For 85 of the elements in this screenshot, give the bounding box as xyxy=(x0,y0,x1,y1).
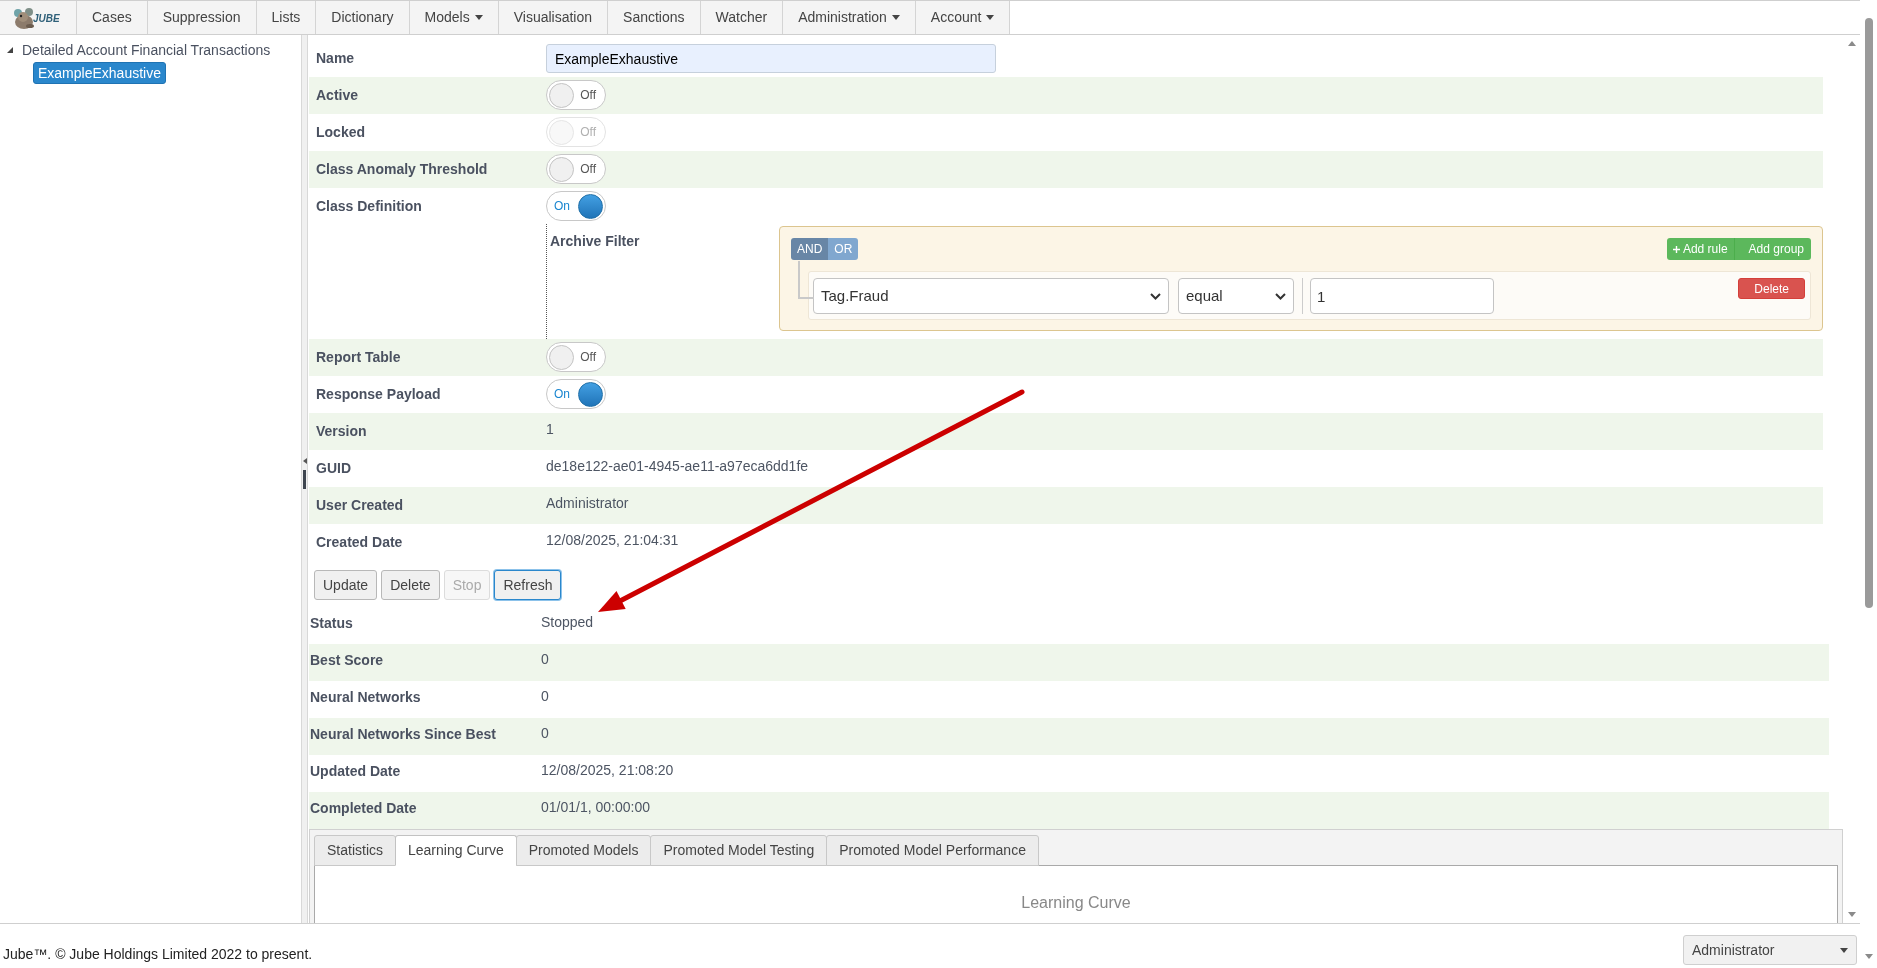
field-value: 12/08/2025, 21:04:31 xyxy=(546,532,679,548)
caret-icon xyxy=(474,15,483,20)
panel-title: Learning Curve xyxy=(1021,893,1131,912)
nav-item[interactable]: Account xyxy=(915,1,1011,34)
field-label: Created Date xyxy=(316,534,403,550)
plus-icon xyxy=(1672,245,1680,253)
toggle-knob-icon xyxy=(578,193,603,219)
field-label: Updated Date xyxy=(310,763,401,779)
field-label: Neural Networks Since Best xyxy=(310,726,496,742)
nav-item[interactable]: Dictionary xyxy=(316,1,410,34)
caret-icon xyxy=(1840,947,1848,953)
copyright-text: Jube™. © Jube Holdings Limited 2022 to present. xyxy=(3,946,313,963)
scroll-up-icon[interactable] xyxy=(1847,41,1856,46)
toggle-switch[interactable]: Off xyxy=(546,342,606,372)
tree-item[interactable]: ExampleExhaustive xyxy=(33,62,166,84)
toggle-knob-icon xyxy=(549,156,574,182)
tab[interactable]: Promoted Models xyxy=(515,835,652,866)
field-value: 12/08/2025, 21:08:20 xyxy=(541,762,674,778)
tab[interactable]: Statistics xyxy=(314,835,396,866)
field-label: Report Table xyxy=(316,349,401,365)
field-value: 1 xyxy=(546,421,554,437)
user-select[interactable]: Administrator xyxy=(1683,935,1857,965)
field-label: Neural Networks xyxy=(310,689,421,705)
field-label: User Created xyxy=(316,497,404,513)
home-link[interactable]: JUBE xyxy=(0,1,77,34)
toggle-switch: Off xyxy=(546,117,606,147)
field-label: Class Definition xyxy=(316,198,422,214)
action-button[interactable]: Refresh xyxy=(494,570,562,600)
tab[interactable]: Promoted Model Testing xyxy=(650,835,828,866)
toggle-switch[interactable]: Off xyxy=(546,80,606,110)
nav-item[interactable]: Models xyxy=(409,1,499,34)
field-label: Active xyxy=(316,87,359,103)
conjunction-button[interactable]: AND xyxy=(791,238,829,260)
name-input[interactable]: ExampleExhaustive xyxy=(546,44,996,73)
nav-item[interactable]: Lists xyxy=(256,1,317,34)
field-label: Name xyxy=(316,50,355,66)
nav-item[interactable]: Watcher xyxy=(700,1,784,34)
tab[interactable]: Promoted Model Performance xyxy=(826,835,1039,866)
scroll-down-icon[interactable] xyxy=(1864,954,1873,959)
nav-item[interactable]: Suppression xyxy=(147,1,257,34)
toggle-switch[interactable]: On xyxy=(546,379,606,409)
operator-select[interactable]: equal xyxy=(1178,278,1294,314)
field-label: Response Payload xyxy=(316,386,441,402)
toggle-knob-icon xyxy=(578,381,603,407)
splitter-handle[interactable] xyxy=(303,470,306,489)
caret-icon[interactable] xyxy=(6,46,14,54)
field-value: 0 xyxy=(541,651,549,667)
field-select[interactable]: Tag.Fraud xyxy=(813,278,1169,314)
toggle-switch[interactable]: On xyxy=(546,191,606,221)
field-label: GUID xyxy=(316,460,351,476)
field-value: 0 xyxy=(541,725,549,741)
action-button[interactable]: Update xyxy=(314,570,378,600)
collapse-arrow-icon[interactable] xyxy=(302,458,307,464)
filter-label: Archive Filter xyxy=(550,233,640,249)
toggle-knob-icon xyxy=(549,82,574,108)
nav-item[interactable]: Administration xyxy=(783,1,916,34)
toggle-knob-icon xyxy=(549,119,574,145)
caret-icon xyxy=(891,15,900,20)
chevron-down-icon xyxy=(1275,292,1286,300)
toggle-knob-icon xyxy=(549,344,574,370)
scrollbar-thumb[interactable] xyxy=(1864,18,1873,608)
field-label: Class Anomaly Threshold xyxy=(316,161,488,177)
action-button[interactable]: Delete xyxy=(381,570,440,600)
value-input[interactable]: 1 xyxy=(1310,278,1494,314)
caret-icon xyxy=(986,15,995,20)
field-label: Status xyxy=(310,615,353,631)
field-value: Stopped xyxy=(541,614,594,630)
field-label: Locked xyxy=(316,124,365,140)
tree-item[interactable]: Detailed Account Financial Transactions xyxy=(18,40,275,60)
scroll-down-icon[interactable] xyxy=(1847,912,1856,917)
field-label: Completed Date xyxy=(310,800,417,816)
tab[interactable]: Learning Curve xyxy=(395,835,517,866)
nav-item[interactable]: Cases xyxy=(77,1,148,34)
chevron-down-icon xyxy=(1150,292,1161,300)
field-value: 01/01/1, 00:00:00 xyxy=(541,799,650,815)
nav-item[interactable]: Visualisation xyxy=(498,1,609,34)
nav-item[interactable]: Sanctions xyxy=(608,1,701,34)
field-value: 0 xyxy=(541,688,549,704)
field-value: de18e122-ae01-4945-ae11-a97eca6dd1fe xyxy=(546,458,809,474)
toggle-switch[interactable]: Off xyxy=(546,154,606,184)
delete-rule-button[interactable]: Delete xyxy=(1738,278,1805,299)
field-value: Administrator xyxy=(546,495,629,511)
field-label: Version xyxy=(316,423,367,439)
field-label: Best Score xyxy=(310,652,384,668)
connector-line xyxy=(798,261,814,299)
